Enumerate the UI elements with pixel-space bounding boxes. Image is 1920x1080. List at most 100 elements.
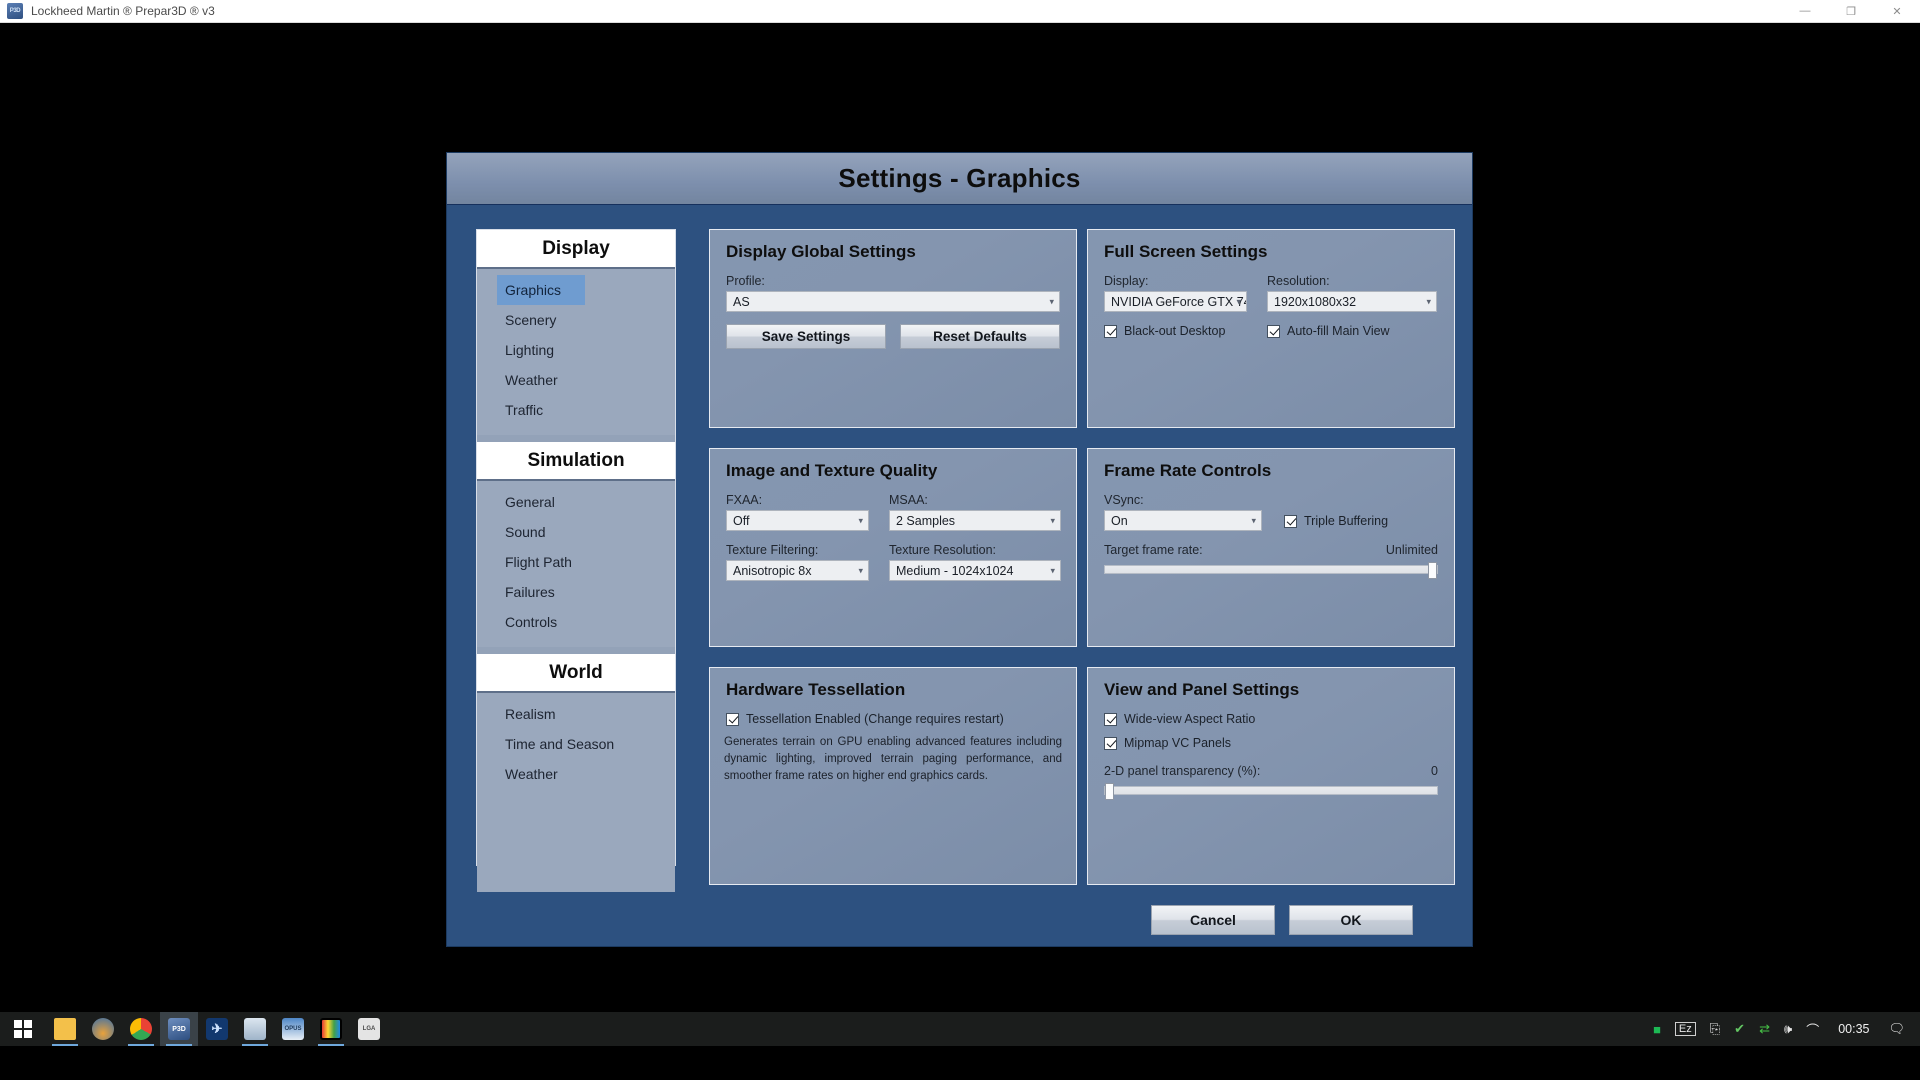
maximize-button[interactable]: ❐ [1828, 0, 1874, 23]
taskbar-opus[interactable]: OPUS [274, 1012, 312, 1046]
action-center-icon[interactable]: 🗨 [1888, 1021, 1905, 1037]
sidebar-item-traffic[interactable]: Traffic [477, 395, 675, 425]
vsync-select[interactable]: On ▾ [1104, 510, 1262, 531]
sidebar-group-world: World Realism Time and Season Weather [477, 654, 675, 892]
cancel-button[interactable]: Cancel [1151, 905, 1275, 935]
taskbar-chrome[interactable] [122, 1012, 160, 1046]
fxaa-label: FXAA: [726, 493, 763, 507]
panel-frame-rate-controls: Frame Rate Controls VSync: On ▾ Triple B… [1087, 448, 1455, 647]
autofill-main-view-label: Auto-fill Main View [1287, 324, 1390, 338]
taskbar-color-tool[interactable] [312, 1012, 350, 1046]
panel-hardware-tessellation: Hardware Tessellation Tessellation Enabl… [709, 667, 1077, 885]
sidebar-item-world-weather[interactable]: Weather [477, 759, 675, 789]
sidebar-item-graphics[interactable]: Graphics [497, 275, 585, 305]
sidebar-item-lighting[interactable]: Lighting [477, 335, 675, 365]
chevron-down-icon: ▾ [1236, 296, 1241, 306]
panel-title-tessellation: Hardware Tessellation [726, 680, 906, 699]
sidebar-divider [477, 647, 675, 654]
sidebar-group-display: Display Graphics Scenery Lighting Weathe… [477, 230, 675, 435]
sidebar-item-flight-path[interactable]: Flight Path [477, 547, 675, 577]
color-tool-icon [320, 1018, 342, 1040]
wifi-icon[interactable]: ⌒ [1806, 1020, 1819, 1039]
taskbar-plane-tool[interactable]: ✈ [198, 1012, 236, 1046]
chevron-down-icon: ▾ [1050, 565, 1055, 575]
ok-button[interactable]: OK [1289, 905, 1413, 935]
file-explorer-icon [54, 1018, 76, 1040]
desktop: Settings - Graphics Display Graphics Sce… [0, 23, 1920, 1046]
target-frame-rate-slider[interactable] [1104, 562, 1438, 579]
triple-buffering-label: Triple Buffering [1304, 514, 1389, 528]
tessellation-enabled-checkbox[interactable]: Tessellation Enabled (Change requires re… [726, 712, 1076, 726]
blackout-desktop-label: Black-out Desktop [1124, 324, 1226, 338]
panel-transparency-slider[interactable] [1104, 783, 1438, 800]
checkbox-icon [1104, 736, 1117, 750]
resolution-select[interactable]: 1920x1080x32 ▾ [1267, 291, 1437, 312]
system-tray: ■ Ez ⎘ ✔ ⇄ 🕪 ⌒ 00:35 🗨 [1646, 1012, 1920, 1046]
msaa-select[interactable]: 2 Samples ▾ [889, 510, 1061, 531]
sidebar-item-scenery[interactable]: Scenery [477, 305, 675, 335]
profile-value: AS [733, 294, 750, 309]
reset-defaults-button[interactable]: Reset Defaults [900, 324, 1060, 349]
panel-display-global-settings: Display Global Settings Profile: AS ▾ Sa… [709, 229, 1077, 428]
sidebar-item-sound[interactable]: Sound [477, 517, 675, 547]
sidebar-item-failures[interactable]: Failures [477, 577, 675, 607]
display-select[interactable]: NVIDIA GeForce GTX 74 ▾ [1104, 291, 1247, 312]
ez-icon[interactable]: Ez [1674, 1022, 1696, 1036]
p3d-app-icon: P3D [7, 3, 23, 19]
texture-filtering-select[interactable]: Anisotropic 8x ▾ [726, 560, 869, 581]
taskbar-prepar3d[interactable]: P3D [160, 1012, 198, 1046]
slider-thumb[interactable] [1428, 562, 1437, 579]
vsync-value: On [1111, 513, 1128, 528]
chevron-down-icon: ▾ [858, 515, 863, 525]
taskbar-file-explorer[interactable] [46, 1012, 84, 1046]
close-button[interactable]: ✕ [1874, 0, 1920, 23]
sidebar-item-general[interactable]: General [477, 487, 675, 517]
texture-resolution-select[interactable]: Medium - 1024x1024 ▾ [889, 560, 1061, 581]
security-shield-icon[interactable]: ✔ [1734, 1021, 1745, 1037]
legacy-app-icon: LGA [358, 1018, 380, 1040]
green-status-icon[interactable]: ■ [1653, 1022, 1661, 1037]
plane-tool-icon: ✈ [206, 1018, 228, 1040]
sidebar-item-controls[interactable]: Controls [477, 607, 675, 637]
wide-view-aspect-ratio-checkbox[interactable]: Wide-view Aspect Ratio [1104, 712, 1454, 726]
taskbar-fsuipc[interactable] [236, 1012, 274, 1046]
display-label: Display: [1104, 274, 1149, 288]
target-frame-rate-label: Target frame rate: [1104, 543, 1203, 557]
opus-icon: OPUS [282, 1018, 304, 1040]
window-title: Lockheed Martin ® Prepar3D ® v3 [31, 4, 215, 18]
taskbar-photos[interactable] [84, 1012, 122, 1046]
triple-buffering-checkbox[interactable]: Triple Buffering [1284, 514, 1388, 531]
usb-eject-icon[interactable]: ⎘ [1710, 1021, 1720, 1037]
wide-view-aspect-ratio-label: Wide-view Aspect Ratio [1124, 712, 1256, 726]
windows-start-button[interactable] [0, 1012, 46, 1046]
chevron-down-icon: ▾ [1251, 515, 1256, 525]
panel-view-and-panel-settings: View and Panel Settings Wide-view Aspect… [1087, 667, 1455, 885]
sidebar-item-weather[interactable]: Weather [477, 365, 675, 395]
fxaa-select[interactable]: Off ▾ [726, 510, 869, 531]
settings-sidebar: Display Graphics Scenery Lighting Weathe… [476, 229, 676, 892]
profile-select[interactable]: AS ▾ [726, 291, 1060, 312]
slider-thumb[interactable] [1105, 783, 1114, 800]
sidebar-item-time-and-season[interactable]: Time and Season [477, 729, 675, 759]
taskbar-legacy-app[interactable]: LGA [350, 1012, 388, 1046]
msaa-value: 2 Samples [896, 513, 956, 528]
minimize-button[interactable]: — [1782, 0, 1828, 23]
blackout-desktop-checkbox[interactable]: Black-out Desktop [1104, 324, 1267, 338]
display-value: NVIDIA GeForce GTX 74 [1111, 294, 1247, 309]
autofill-main-view-checkbox[interactable]: Auto-fill Main View [1267, 324, 1390, 338]
resolution-label: Resolution: [1267, 274, 1330, 288]
mipmap-vc-panels-checkbox[interactable]: Mipmap VC Panels [1104, 736, 1454, 750]
texture-resolution-value: Medium - 1024x1024 [896, 563, 1014, 578]
panel-title-full-screen: Full Screen Settings [1104, 242, 1268, 261]
network-sync-icon[interactable]: ⇄ [1759, 1021, 1770, 1037]
dialog-footer: Cancel OK [1151, 905, 1413, 935]
tessellation-enabled-label: Tessellation Enabled (Change requires re… [746, 712, 1004, 726]
sidebar-group-simulation: Simulation General Sound Flight Path Fai… [477, 442, 675, 647]
save-settings-button[interactable]: Save Settings [726, 324, 886, 349]
volume-icon[interactable]: 🕪 [1784, 1021, 1792, 1037]
panel-full-screen-settings: Full Screen Settings Display: NVIDIA GeF… [1087, 229, 1455, 428]
sidebar-item-realism[interactable]: Realism [477, 699, 675, 729]
panel-transparency-label: 2-D panel transparency (%): [1104, 764, 1261, 778]
sidebar-header-simulation: Simulation [477, 442, 675, 481]
taskbar-clock[interactable]: 00:35 [1838, 1022, 1869, 1036]
